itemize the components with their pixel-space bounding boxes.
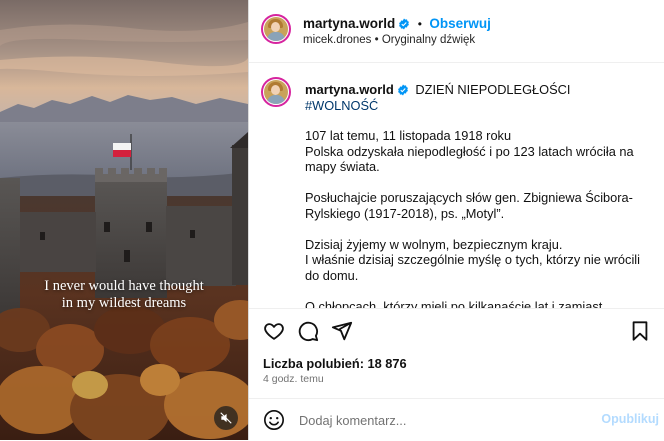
video-frame [0, 0, 248, 440]
video-caption: I never would have thought in my wildest… [0, 278, 248, 312]
separator-dot: • [374, 34, 379, 46]
video-caption-line: I never would have thought [44, 278, 204, 294]
caption-paragraph: O chłopcach, którzy mieli po kilkanaście… [305, 298, 603, 309]
caption-paragraph: 107 lat temu, 11 listopada 1918 roku Pol… [305, 128, 634, 174]
post-caption-head: martyna.world DZIEŃ NIEPODLEGŁOŚCI #WOLN… [305, 82, 645, 113]
instagram-post: I never would have thought in my wildest… [0, 0, 664, 440]
audio-row: micek.drones • Oryginalny dźwięk [303, 34, 475, 46]
comments-scroll-area[interactable]: martyna.world DZIEŃ NIEPODLEGŁOŚCI #WOLN… [249, 63, 664, 308]
action-bar [249, 308, 664, 353]
share-icon[interactable] [331, 320, 353, 342]
post-header: martyna.world • Obserwuj micek.drones • … [249, 0, 664, 63]
caption-paragraph: Posłuchajcie poruszających słów gen. Zbi… [305, 190, 633, 221]
caption-paragraph: Dzisiaj żyjemy w wolnym, bezpiecznym kra… [305, 236, 640, 283]
caption-username-link[interactable]: martyna.world [305, 82, 394, 97]
post-timestamp[interactable]: 4 godz. temu [263, 373, 324, 385]
follow-button[interactable]: Obserwuj [429, 16, 491, 31]
verified-badge-icon [399, 18, 410, 30]
audio-label-link[interactable]: Oryginalny dźwięk [382, 34, 475, 46]
heart-icon[interactable] [263, 320, 285, 342]
post-caption-body: 107 lat temu, 11 listopada 1918 roku Pol… [305, 128, 645, 308]
video-caption-line: in my wildest dreams [61, 295, 187, 311]
comment-input[interactable] [297, 409, 591, 431]
likes-count[interactable]: Liczba polubień: 18 876 [263, 356, 407, 371]
post-title: DZIEŃ NIEPODLEGŁOŚCI [415, 82, 571, 97]
post-video[interactable]: I never would have thought in my wildest… [0, 0, 248, 440]
bookmark-icon[interactable] [629, 320, 651, 342]
audio-author-link[interactable]: micek.drones [303, 34, 371, 46]
verified-badge-icon [397, 84, 408, 96]
emoji-icon[interactable] [263, 409, 285, 431]
publish-button[interactable]: Opublikuj [601, 412, 659, 426]
separator-dot: • [417, 17, 422, 31]
post-panel: martyna.world • Obserwuj micek.drones • … [248, 0, 664, 440]
hashtag-link[interactable]: #WOLNOŚĆ [305, 98, 378, 113]
comment-box: Opublikuj [249, 398, 664, 441]
username-link[interactable]: martyna.world [303, 16, 395, 31]
header-title-row: martyna.world • Obserwuj [303, 15, 491, 33]
avatar[interactable] [261, 14, 291, 44]
mute-button[interactable] [214, 406, 238, 430]
muted-speaker-icon [220, 412, 232, 424]
avatar[interactable] [261, 77, 291, 107]
comment-icon[interactable] [297, 320, 319, 342]
